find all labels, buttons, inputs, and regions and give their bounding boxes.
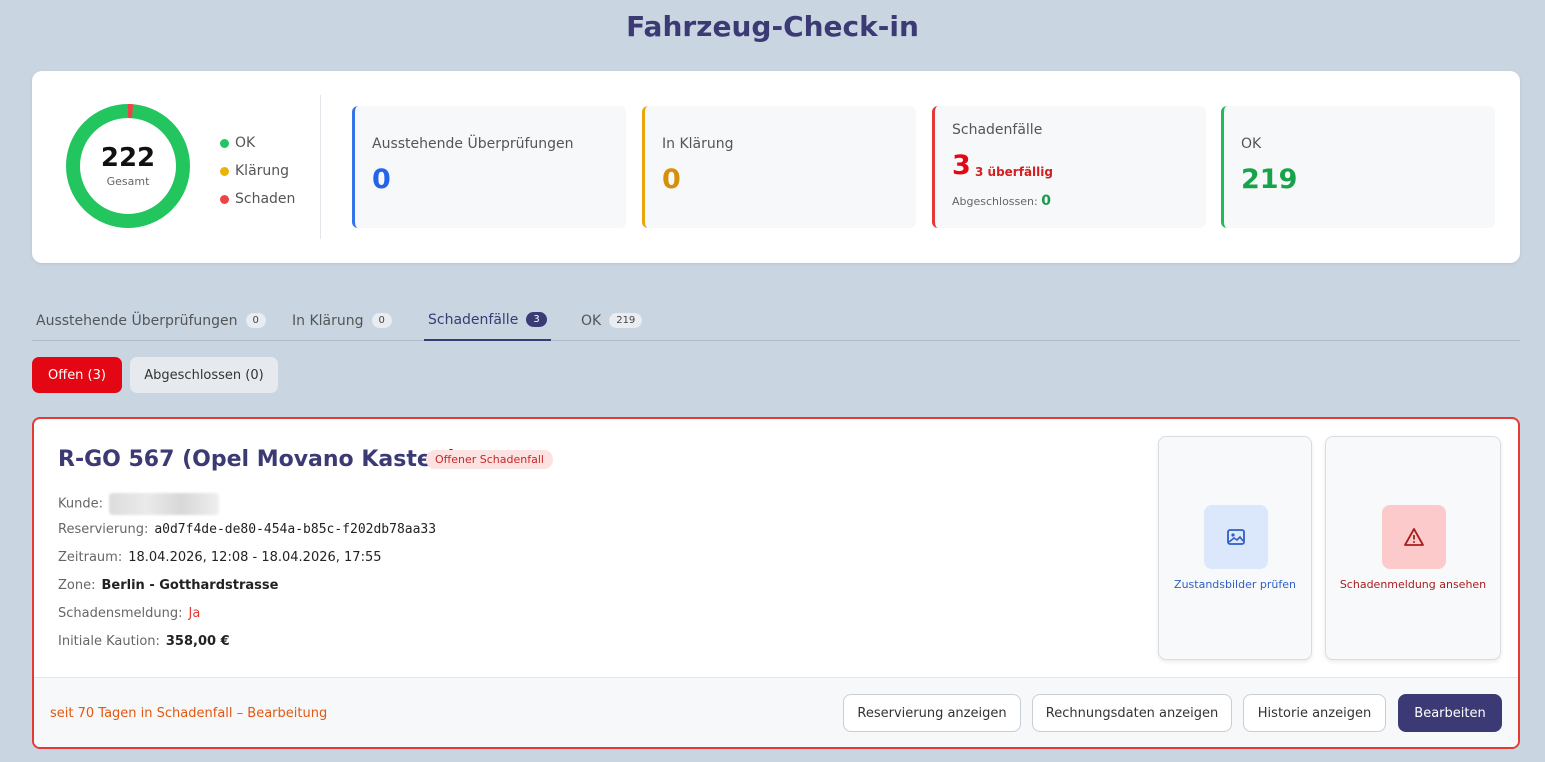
field-reservation: Reservierung: a0d7f4de-de80-454a-b85c-f20… [58,522,436,537]
page-title: Fahrzeug-Check-in [626,10,919,43]
donut-center: 222 Gesamt [65,103,191,229]
total-label: Gesamt [106,174,150,188]
legend-dot-icon [220,166,229,176]
stat-value: 3 [952,150,971,181]
stat-pending[interactable]: Ausstehende Überprüfungen 0 [352,106,626,228]
tab-count-badge: 0 [245,313,266,328]
legend-label: Schaden [235,191,296,207]
total-count: 222 [100,142,156,173]
summary-card: 222 Gesamt OK Klärung Schaden Ausstehend… [32,71,1520,263]
field-label: Schadensmeldung: [58,606,183,621]
field-value: Berlin - Gotthardstrasse [101,578,279,593]
tab-clarification[interactable]: In Klärung 0 [288,300,396,341]
tab-label: OK [581,312,602,329]
field-deposit: Initiale Kaution: 358,00 € [58,634,230,649]
tab-ok[interactable]: OK 219 [577,300,646,341]
stat-title: Schadenfälle [952,122,1043,138]
field-label: Reservierung: [58,522,149,537]
closed-value: 0 [1041,193,1051,209]
stat-value: 219 [1241,164,1298,195]
field-value: 358,00 € [165,634,230,649]
field-value: Ja [188,606,201,621]
status-tabs: Ausstehende Überprüfungen 0 In Klärung 0… [32,300,1520,341]
legend-item-ok: OK [220,129,295,157]
field-customer: Kunde: [58,493,219,515]
tab-label: Schadenfälle [428,311,519,328]
view-damage-report-card[interactable]: Schadenmeldung ansehen [1325,436,1501,660]
tab-pending[interactable]: Ausstehende Überprüfungen 0 [32,300,270,341]
filter-closed-button[interactable]: Abgeschlossen (0) [130,357,278,393]
legend-dot-icon [220,194,229,204]
damage-case-card: R-GO 567 (Opel Movano Kasten) Offener Sc… [32,417,1520,749]
case-title: R-GO 567 (Opel Movano Kasten) [58,447,458,472]
tab-count-badge: 219 [609,313,643,328]
field-period: Zeitraum: 18.04.2026, 12:08 - 18.04.2026,… [58,550,382,565]
stat-title: OK [1241,136,1262,152]
tab-label: In Klärung [292,312,364,329]
image-icon [1204,505,1268,569]
field-damage-report: Schadensmeldung: Ja [58,606,200,621]
stat-ok[interactable]: OK 219 [1221,106,1495,228]
case-age-note: seit 70 Tagen in Schadenfall – Bearbeitu… [50,706,328,721]
check-images-label: Zustandsbilder prüfen [1174,578,1296,591]
tab-label: Ausstehende Überprüfungen [36,312,238,329]
status-badge: Offener Schadenfall [426,450,553,469]
warning-icon [1382,505,1446,569]
legend-label: OK [235,135,256,151]
stat-title: Ausstehende Überprüfungen [372,136,574,152]
donut-legend: OK Klärung Schaden [220,129,295,213]
summary-divider [320,95,321,239]
stat-value: 0 [372,164,391,195]
tab-damage[interactable]: Schadenfälle 3 [424,300,551,341]
legend-item-schaden: Schaden [220,185,295,213]
edit-button[interactable]: Bearbeiten [1398,694,1502,732]
legend-label: Klärung [235,163,290,179]
stat-title: In Klärung [662,136,734,152]
stat-value: 0 [662,164,681,195]
field-label: Initiale Kaution: [58,634,160,649]
redacted-customer-name [109,493,219,515]
view-damage-report-label: Schadenmeldung ansehen [1339,578,1487,591]
stat-damage[interactable]: Schadenfälle 3 3 überfällig Abgeschlosse… [932,106,1206,228]
check-images-card[interactable]: Zustandsbilder prüfen [1158,436,1312,660]
closed-label: Abgeschlossen: [952,195,1038,208]
view-invoice-button[interactable]: Rechnungsdaten anzeigen [1032,694,1232,732]
stat-clarification[interactable]: In Klärung 0 [642,106,916,228]
view-history-button[interactable]: Historie anzeigen [1243,694,1386,732]
filter-open-button[interactable]: Offen (3) [32,357,122,393]
closed-count: Abgeschlossen: 0 [952,193,1051,209]
field-label: Kunde: [58,496,103,512]
view-reservation-button[interactable]: Reservierung anzeigen [843,694,1021,732]
field-value: 18.04.2026, 12:08 - 18.04.2026, 17:55 [128,550,382,565]
legend-dot-icon [220,138,229,148]
tab-count-badge: 3 [526,312,547,327]
tab-count-badge: 0 [371,313,392,328]
case-footer: seit 70 Tagen in Schadenfall – Bearbeitu… [34,677,1518,747]
field-zone: Zone: Berlin - Gotthardstrasse [58,578,278,593]
field-value: a0d7f4de-de80-454a-b85c-f202db78aa33 [154,522,437,537]
field-label: Zeitraum: [58,550,123,565]
field-label: Zone: [58,578,96,593]
overdue-label: 3 überfällig [975,165,1053,179]
legend-item-klaerung: Klärung [220,157,295,185]
